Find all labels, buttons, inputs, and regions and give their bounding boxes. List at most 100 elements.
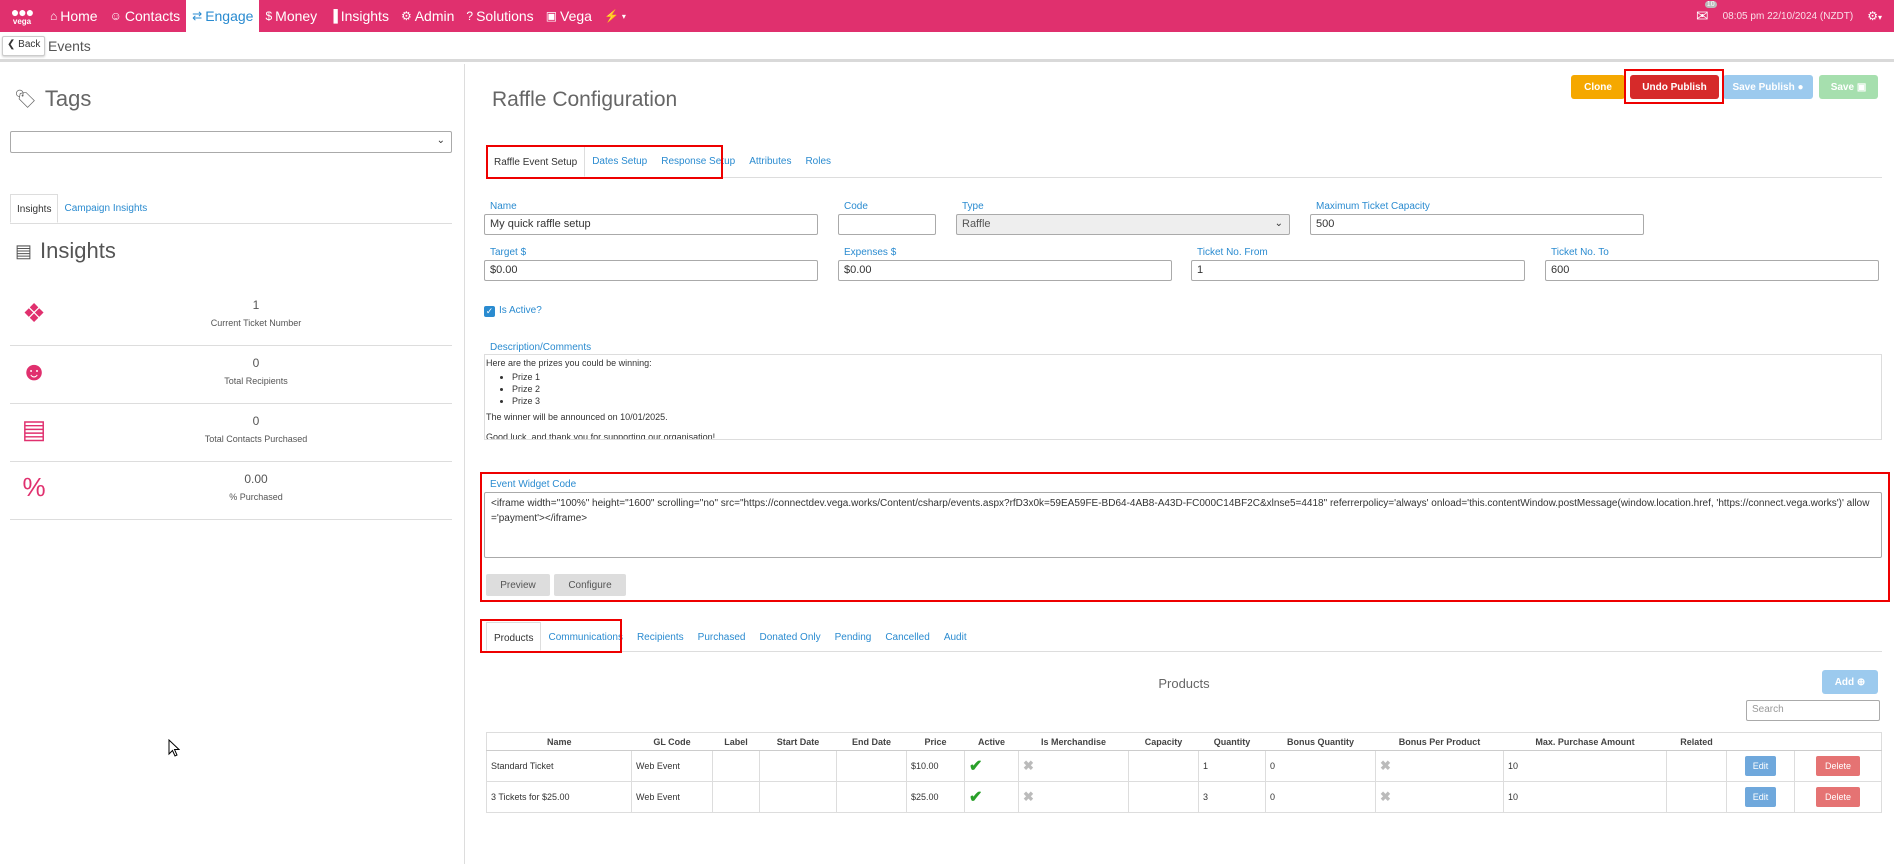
max-capacity-input[interactable]: 500 (1310, 214, 1644, 235)
search-input[interactable]: Search (1746, 700, 1880, 721)
code-input[interactable] (838, 214, 936, 235)
col-end-date: End Date (836, 732, 907, 751)
back-button[interactable]: ❮ Back (2, 36, 46, 56)
breadcrumb[interactable]: Events (48, 38, 91, 54)
question-circle-icon: ? (466, 9, 474, 23)
col-related: Related (1666, 732, 1727, 751)
nav-contacts[interactable]: ☺ Contacts (104, 0, 187, 32)
widget-code-textarea[interactable]: <iframe width="100%" height="1600" scrol… (484, 492, 1882, 558)
tab-attributes[interactable]: Attributes (742, 146, 798, 177)
tab-products[interactable]: Products (486, 622, 542, 651)
home-icon: ⌂ (50, 9, 58, 23)
messages-button[interactable]: ✉ 10 (1696, 1, 1717, 25)
expenses-input[interactable]: $0.00 (838, 260, 1172, 281)
cell-quantity: 3 (1198, 781, 1266, 813)
max-capacity-label: Maximum Ticket Capacity (1316, 201, 1430, 212)
undo-publish-button[interactable]: Undo Publish (1630, 75, 1719, 99)
top-nav: ●●● vega ⌂ Home ☺ Contacts ⇄ Engage $ Money … (0, 0, 1894, 32)
bar-chart-icon: ▐ (329, 9, 338, 23)
tab-response-setup[interactable]: Response Setup (654, 146, 742, 177)
expenses-label: Expenses $ (844, 247, 897, 258)
plus-circle-icon: ⊕ (1856, 676, 1866, 688)
product-tabs: Products Communications Recipients Purch… (486, 622, 1882, 652)
target-input[interactable]: $0.00 (484, 260, 818, 281)
col-capacity: Capacity (1128, 732, 1199, 751)
description-editor[interactable]: Here are the prizes you could be winning… (484, 354, 1882, 440)
tab-insights[interactable]: Insights (10, 194, 59, 223)
type-select[interactable]: Raffle ⌄ (956, 214, 1290, 235)
type-select-value: Raffle (962, 218, 991, 230)
delete-button[interactable]: Delete (1815, 787, 1860, 807)
cross-icon: ✖ (1380, 789, 1391, 804)
nav-solutions-label: Solutions (476, 8, 534, 24)
col-gl-code: GL Code (631, 732, 713, 751)
tab-campaign-insights[interactable]: Campaign Insights (58, 194, 153, 223)
clone-button[interactable]: Clone (1571, 75, 1625, 99)
preview-button[interactable]: Preview (486, 574, 550, 596)
nav-engage[interactable]: ⇄ Engage (186, 0, 260, 32)
col-label: Label (712, 732, 760, 751)
products-title: Products (1158, 676, 1210, 691)
settings-menu[interactable]: ⚙▾ (1867, 9, 1882, 23)
edit-button[interactable]: Edit (1744, 787, 1777, 807)
tab-raffle-event-setup[interactable]: Raffle Event Setup (486, 146, 586, 177)
cell-edit: Edit (1726, 781, 1795, 813)
description-closing: Good luck, and thank you for supporting … (486, 432, 716, 440)
nav-engage-label: Engage (205, 8, 254, 24)
cell-start-date (759, 781, 837, 813)
save-button[interactable]: Save ▣ (1819, 75, 1878, 99)
insights-heading: ▤ Insights (15, 238, 116, 264)
col-is-merchandise: Is Merchandise (1018, 732, 1129, 751)
edit-button[interactable]: Edit (1744, 756, 1777, 776)
delete-button[interactable]: Delete (1815, 756, 1860, 776)
vega-logo[interactable]: ●●● vega (0, 0, 44, 32)
tab-purchased[interactable]: Purchased (691, 622, 753, 651)
configure-button[interactable]: Configure (554, 574, 626, 596)
save-publish-label: Save Publish (1732, 81, 1795, 93)
ticket-to-input[interactable]: 600 (1545, 260, 1879, 281)
stat-label: Total Recipients (224, 376, 288, 386)
stat-value: 0 (252, 356, 260, 370)
tab-audit[interactable]: Audit (937, 622, 974, 651)
floppy-icon: ▣ (1856, 81, 1867, 93)
add-product-button[interactable]: Add ⊕ (1822, 670, 1878, 694)
nav-money[interactable]: $ Money (259, 0, 323, 32)
ticket-from-input[interactable]: 1 (1191, 260, 1525, 281)
bar-chart-icon: ▤ (15, 240, 33, 261)
tab-roles[interactable]: Roles (798, 146, 838, 177)
nav-insights[interactable]: ▐ Insights (323, 0, 395, 32)
nav-vega[interactable]: ▣ Vega (540, 0, 598, 32)
is-active-checkbox[interactable]: ✓ (484, 306, 495, 317)
tags-select[interactable]: ⌄ (10, 131, 452, 153)
nav-admin[interactable]: ⚙ Admin (395, 0, 460, 32)
tab-cancelled[interactable]: Cancelled (878, 622, 936, 651)
tab-communications[interactable]: Communications (541, 622, 629, 651)
cell-related (1666, 750, 1727, 782)
code-label: Code (844, 201, 868, 212)
nav-quick-actions[interactable]: ⚡ ▾ (598, 0, 632, 32)
cross-icon: ✖ (1380, 758, 1391, 773)
col-price: Price (906, 732, 965, 751)
mouse-cursor-icon (168, 739, 180, 757)
cell-capacity (1128, 750, 1199, 782)
name-input[interactable]: My quick raffle setup (484, 214, 818, 235)
bolt-icon: ⚡ (603, 9, 619, 23)
save-publish-button[interactable]: Save Publish ● (1723, 75, 1813, 99)
cell-delete: Delete (1794, 750, 1882, 782)
tab-donated-only[interactable]: Donated Only (752, 622, 827, 651)
prize-list: Prize 1 Prize 2 Prize 3 (512, 372, 1880, 406)
nav-insights-label: Insights (340, 8, 389, 24)
type-label: Type (962, 201, 984, 212)
is-active-label: Is Active? (499, 305, 542, 316)
tab-recipients[interactable]: Recipients (630, 622, 691, 651)
nav-solutions[interactable]: ? Solutions (460, 0, 539, 32)
exchange-icon: ⇄ (192, 9, 203, 23)
nav-home[interactable]: ⌂ Home (44, 0, 104, 32)
tab-pending[interactable]: Pending (828, 622, 879, 651)
stat-value: 0 (252, 414, 260, 428)
cell-capacity (1128, 781, 1199, 813)
logo-text: vega (12, 17, 32, 26)
cell-delete: Delete (1794, 781, 1882, 813)
add-label: Add (1834, 676, 1855, 688)
tab-dates-setup[interactable]: Dates Setup (585, 146, 654, 177)
